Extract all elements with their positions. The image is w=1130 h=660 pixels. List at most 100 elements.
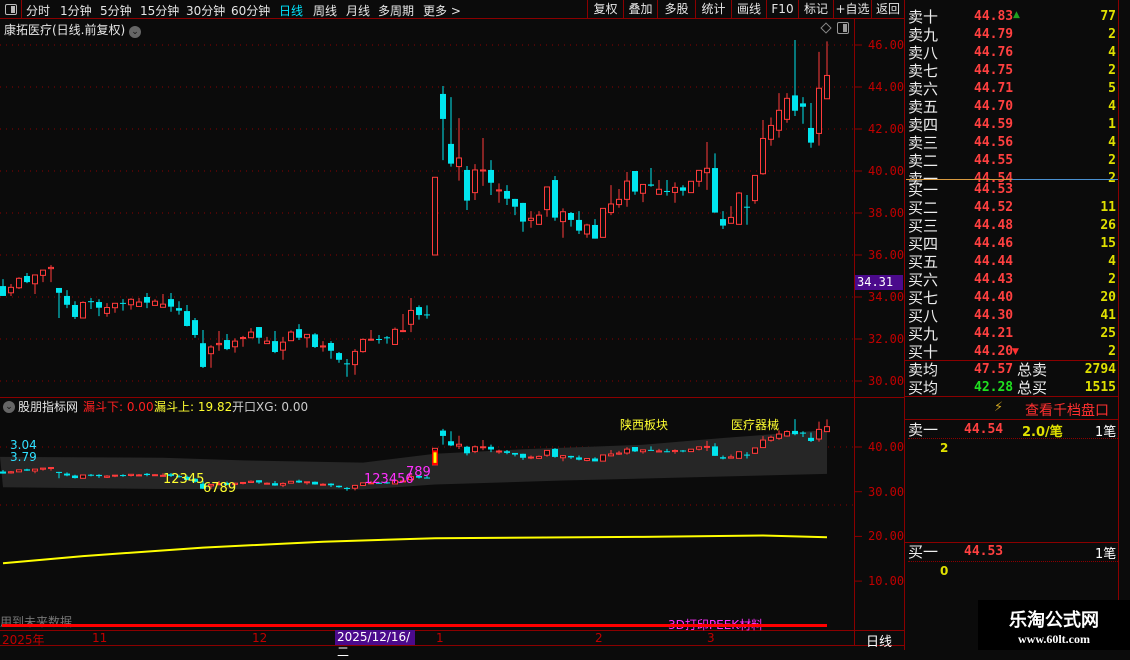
bid-price[interactable]: 44.30 — [974, 307, 1013, 325]
price-axis-tick: 38.00 — [868, 206, 905, 220]
bid-price[interactable]: 44.52 — [974, 199, 1013, 217]
ask-price[interactable]: 44.55 — [974, 152, 1013, 170]
timeline-label: 11 — [92, 631, 108, 645]
bid-price[interactable]: 44.43 — [974, 271, 1013, 289]
indicator-candle — [64, 473, 70, 476]
candle — [568, 213, 574, 220]
bid-volume: 26 — [1100, 218, 1116, 233]
ask-volume: 2 — [1108, 63, 1116, 78]
ask-price[interactable]: 44.79 — [974, 26, 1013, 44]
indicator-candle — [80, 474, 86, 479]
bid-level: 买二 — [908, 199, 939, 217]
candle — [200, 343, 206, 367]
indicator-candle — [336, 485, 342, 488]
bid-level: 买四 — [908, 235, 939, 253]
ask-price[interactable]: 44.59 — [974, 116, 1013, 134]
indicator-chevron-icon[interactable]: ⌄ — [3, 398, 15, 413]
view-depth-link[interactable]: 查看千档盘口 — [1025, 400, 1109, 420]
bid-level: 买七 — [908, 289, 939, 307]
candle — [680, 187, 686, 191]
timeline-label: 1 — [436, 631, 444, 645]
ask-avg-label: 卖均 — [908, 361, 939, 379]
price-axis-tick: 42.00 — [868, 122, 905, 136]
candle — [248, 331, 254, 339]
ask-volume: 2 — [1108, 27, 1116, 42]
bid-level: 买八 — [908, 307, 939, 325]
candle — [424, 314, 430, 316]
ask-price[interactable]: 44.83 — [974, 8, 1013, 26]
candle — [280, 341, 286, 351]
candle — [256, 327, 262, 338]
indicator-candle — [568, 455, 574, 458]
price-axis-tick: 44.00 — [868, 80, 905, 94]
bid-volume: 4 — [1108, 254, 1116, 269]
indicator-candle — [760, 439, 766, 449]
ask-price[interactable]: 44.70 — [974, 98, 1013, 116]
sequence-label: 789 — [406, 465, 431, 480]
indicator-candle — [696, 446, 702, 450]
bid-price[interactable]: 44.44 — [974, 253, 1013, 271]
indicator-candle — [280, 482, 286, 486]
bid-volume: 41 — [1100, 308, 1116, 323]
indicator-candle — [48, 467, 54, 470]
candle — [192, 320, 198, 336]
candle — [624, 180, 630, 200]
indicator-candle — [688, 448, 694, 453]
spread-divider — [906, 179, 1012, 180]
candle — [80, 301, 86, 319]
bid-price[interactable]: 44.40 — [974, 289, 1013, 307]
candle — [224, 340, 230, 350]
indicator-candle — [536, 455, 542, 459]
candle — [560, 211, 566, 223]
candle — [728, 216, 734, 224]
indicator-name[interactable]: 股朋指标网 — [18, 398, 78, 415]
bid-price[interactable]: 44.21 — [974, 325, 1013, 343]
bid-level: 买三 — [908, 217, 939, 235]
ask-price[interactable]: 44.76 — [974, 44, 1013, 62]
candlestick-chart[interactable] — [0, 0, 904, 650]
lightning-icon: ⚡ — [994, 400, 1004, 415]
sector-annotation: 医疗器械 — [731, 418, 780, 432]
ask-price[interactable]: 44.75 — [974, 62, 1013, 80]
indicator-candle — [640, 449, 646, 453]
candle — [16, 277, 22, 289]
indicator-candle — [304, 481, 310, 484]
ask-price[interactable]: 44.71 — [974, 80, 1013, 98]
ask-volume: 4 — [1108, 135, 1116, 150]
indicator-candle — [24, 469, 30, 471]
price-axis-tick: 40.00 — [868, 164, 905, 178]
bid-price[interactable]: 44.20 — [974, 343, 1013, 361]
candle — [48, 266, 54, 270]
bid-price[interactable]: 44.48 — [974, 217, 1013, 235]
indicator-candle — [584, 457, 590, 461]
timeline-label: 2 — [595, 631, 603, 645]
bid-price[interactable]: 44.53 — [974, 181, 1013, 199]
candle — [40, 269, 46, 276]
indicator-candle — [656, 450, 662, 453]
candle — [768, 124, 774, 140]
indicator-candle — [504, 451, 510, 453]
bid-price[interactable]: 44.46 — [974, 235, 1013, 253]
candle — [520, 202, 526, 222]
candle — [128, 298, 134, 306]
candle — [808, 127, 814, 143]
candle — [376, 339, 382, 340]
indicator-candle — [592, 458, 598, 462]
ask-volume: 77 — [1100, 9, 1116, 24]
watermark: 乐淘公式网 www.60lt.com — [978, 600, 1130, 650]
indicator-candle — [152, 474, 158, 477]
candle — [360, 338, 366, 353]
candle — [600, 207, 606, 238]
period-indicator[interactable]: 日线 — [866, 631, 892, 650]
indicator-candle — [0, 471, 6, 474]
candle — [176, 308, 182, 311]
candle — [160, 303, 166, 308]
indicator-candle — [752, 447, 758, 454]
indicator-candle — [520, 453, 526, 458]
ask-price[interactable]: 44.56 — [974, 134, 1013, 152]
candle — [440, 93, 446, 119]
bid-level: 买五 — [908, 253, 939, 271]
total-ask: 2794 — [1084, 362, 1116, 377]
candle — [432, 176, 438, 256]
indicator-candle — [72, 475, 78, 479]
